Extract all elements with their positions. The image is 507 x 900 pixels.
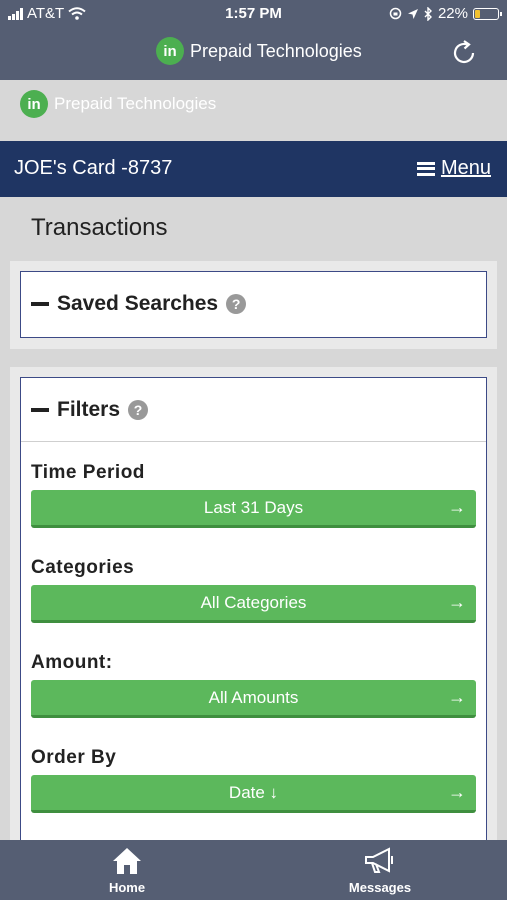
- page-title: Transactions: [31, 214, 168, 241]
- tab-messages-label: Messages: [348, 880, 412, 895]
- tab-home-label: Home: [108, 880, 146, 895]
- filter-categories: Categories All Categories →: [21, 545, 486, 623]
- help-icon[interactable]: ?: [226, 294, 247, 314]
- bluetooth-icon: [424, 6, 432, 21]
- arrow-right-icon: →: [448, 687, 466, 707]
- filter-time-period: Time Period Last 31 Days →: [21, 450, 486, 528]
- categories-value: All Categories: [200, 592, 307, 612]
- saved-searches-title: Saved Searches: [57, 292, 219, 315]
- amount-value: All Amounts: [208, 687, 299, 707]
- refresh-icon[interactable]: [449, 38, 479, 68]
- collapse-icon: [31, 407, 49, 412]
- filters-wrap: Filters ? Time Period Last 31 Days → Cat…: [10, 367, 497, 840]
- rotation-lock-icon: [389, 7, 402, 20]
- brand-strip: in Prepaid Technologies: [0, 80, 507, 141]
- location-icon: [407, 8, 418, 19]
- filter-label: Categories: [31, 557, 135, 578]
- filter-amount: Amount: All Amounts →: [21, 640, 486, 718]
- brand-strip-logo: in Prepaid Technologies: [20, 90, 216, 118]
- saved-searches-panel: Saved Searches ?: [20, 271, 487, 338]
- card-bar: JOE's Card -8737 Menu: [0, 141, 507, 197]
- battery-fill: [475, 9, 481, 18]
- help-icon[interactable]: ?: [128, 399, 149, 420]
- status-bar: AT&T 1:57 PM 22%: [0, 0, 507, 28]
- logo-icon: in: [20, 90, 48, 118]
- menu-button[interactable]: Menu: [416, 157, 491, 180]
- header-brand-name: Prepaid Technologies: [190, 40, 362, 61]
- battery-percent: 22%: [437, 5, 468, 22]
- main-content: Transactions Saved Searches ? Filters ? …: [0, 197, 507, 840]
- time-period-value: Last 31 Days: [203, 497, 304, 517]
- arrow-right-icon: →: [448, 592, 466, 612]
- logo-icon: in: [156, 37, 184, 65]
- brand-strip-name: Prepaid Technologies: [54, 94, 217, 113]
- time-period-button[interactable]: Last 31 Days →: [31, 490, 476, 528]
- megaphone-icon: [365, 847, 393, 873]
- amount-button[interactable]: All Amounts →: [31, 680, 476, 718]
- app-header: in Prepaid Technologies: [0, 28, 507, 80]
- order-by-value: Date ↓: [228, 782, 279, 802]
- saved-searches-header[interactable]: Saved Searches ?: [21, 272, 486, 336]
- filters-header[interactable]: Filters ?: [21, 378, 486, 442]
- status-right: 22%: [389, 5, 502, 22]
- filters-title: Filters: [57, 397, 121, 421]
- card-name: JOE's Card -8737: [14, 157, 173, 179]
- filter-label: Order By: [31, 747, 117, 768]
- arrow-right-icon: →: [448, 782, 466, 802]
- tab-bar: Home Messages: [0, 840, 507, 900]
- tab-messages[interactable]: Messages: [320, 846, 440, 895]
- header-brand: in Prepaid Technologies: [156, 37, 362, 65]
- filter-label: Time Period: [31, 462, 145, 483]
- order-by-button[interactable]: Date ↓ →: [31, 775, 476, 813]
- collapse-icon: [31, 302, 49, 306]
- saved-searches-wrap: Saved Searches ?: [10, 261, 497, 349]
- battery-icon: [473, 7, 502, 20]
- hamburger-icon: [416, 161, 435, 176]
- home-icon: [113, 848, 141, 874]
- filter-order-by: Order By Date ↓ →: [21, 735, 486, 813]
- filters-panel: Filters ? Time Period Last 31 Days → Cat…: [20, 377, 487, 840]
- filter-label: Amount:: [31, 652, 113, 673]
- menu-label: Menu: [440, 157, 491, 179]
- tab-home[interactable]: Home: [67, 846, 187, 895]
- arrow-right-icon: →: [448, 497, 466, 517]
- categories-button[interactable]: All Categories →: [31, 585, 476, 623]
